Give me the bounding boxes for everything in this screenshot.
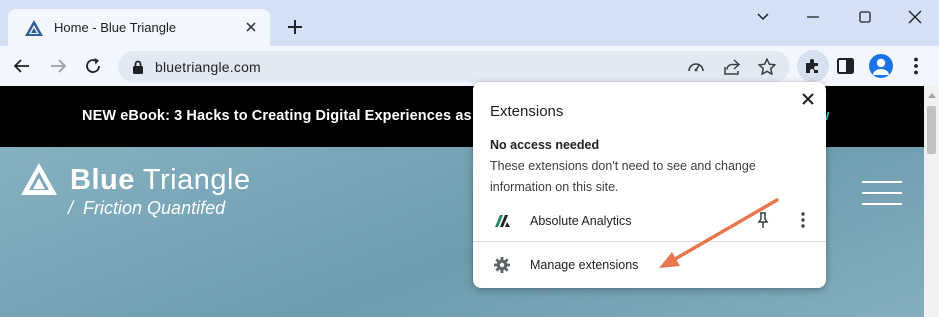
page-scrollbar[interactable] bbox=[924, 86, 939, 317]
chevron-down-icon bbox=[757, 13, 769, 21]
logo-wordmark[interactable]: Blue Triangle bbox=[70, 164, 251, 197]
scroll-thumb[interactable] bbox=[927, 106, 936, 154]
hamburger-menu-icon[interactable] bbox=[862, 181, 902, 207]
extensions-popup: Extensions No access needed These extens… bbox=[473, 82, 826, 288]
extension-row-absolute-analytics[interactable]: Absolute Analytics bbox=[473, 206, 826, 236]
url-text: bluetriangle.com bbox=[155, 59, 261, 75]
blue-triangle-logo-icon[interactable] bbox=[20, 162, 58, 196]
reload-icon[interactable] bbox=[81, 54, 105, 78]
close-tab-icon[interactable] bbox=[242, 18, 260, 36]
more-options-icon[interactable] bbox=[796, 210, 810, 230]
back-arrow-icon[interactable] bbox=[10, 54, 34, 78]
absolute-analytics-logo-icon bbox=[495, 215, 510, 227]
manage-extensions-label: Manage extensions bbox=[530, 258, 639, 272]
profile-icon[interactable] bbox=[869, 54, 893, 78]
manage-extensions-button[interactable]: Manage extensions bbox=[473, 250, 826, 280]
lock-icon[interactable] bbox=[131, 59, 145, 75]
person-icon bbox=[873, 58, 889, 75]
kebab-menu-icon[interactable] bbox=[904, 54, 928, 78]
no-access-heading: No access needed bbox=[490, 138, 600, 152]
scroll-up-arrow-icon[interactable] bbox=[928, 92, 936, 98]
extensions-button[interactable] bbox=[797, 50, 829, 82]
address-bar[interactable]: bluetriangle.com bbox=[118, 51, 790, 82]
side-panel-icon[interactable] bbox=[834, 54, 858, 78]
minimize-button[interactable] bbox=[793, 4, 833, 30]
logo-tagline: / Friction Quantifed bbox=[68, 198, 226, 218]
browser-toolbar: bluetriangle.com bbox=[0, 46, 939, 86]
pin-icon[interactable] bbox=[754, 211, 772, 229]
close-icon[interactable] bbox=[799, 90, 817, 108]
star-icon[interactable] bbox=[756, 56, 778, 78]
close-icon bbox=[908, 10, 922, 24]
banner-text[interactable]: NEW eBook: 3 Hacks to Creating Digital E… bbox=[82, 108, 521, 124]
tab-strip: Home - Blue Triangle bbox=[0, 0, 939, 47]
tab-title: Home - Blue Triangle bbox=[54, 20, 177, 35]
forward-arrow-icon[interactable] bbox=[46, 54, 70, 78]
minimize-icon bbox=[807, 16, 819, 18]
maximize-icon bbox=[859, 11, 871, 23]
blue-triangle-favicon-icon bbox=[25, 20, 43, 36]
maximize-button[interactable] bbox=[845, 4, 885, 30]
new-tab-icon[interactable] bbox=[284, 16, 306, 38]
gear-icon bbox=[494, 257, 510, 273]
popup-divider bbox=[473, 241, 826, 242]
close-window-button[interactable] bbox=[895, 4, 935, 30]
puzzle-icon bbox=[806, 59, 818, 73]
extension-name: Absolute Analytics bbox=[530, 214, 632, 228]
popup-title: Extensions bbox=[490, 103, 564, 120]
performance-icon[interactable] bbox=[685, 56, 707, 78]
browser-tab[interactable]: Home - Blue Triangle bbox=[8, 9, 270, 47]
no-access-description: These extensions don't need to see and c… bbox=[490, 159, 756, 194]
share-icon[interactable] bbox=[721, 56, 743, 78]
tab-search-button[interactable] bbox=[743, 4, 783, 30]
